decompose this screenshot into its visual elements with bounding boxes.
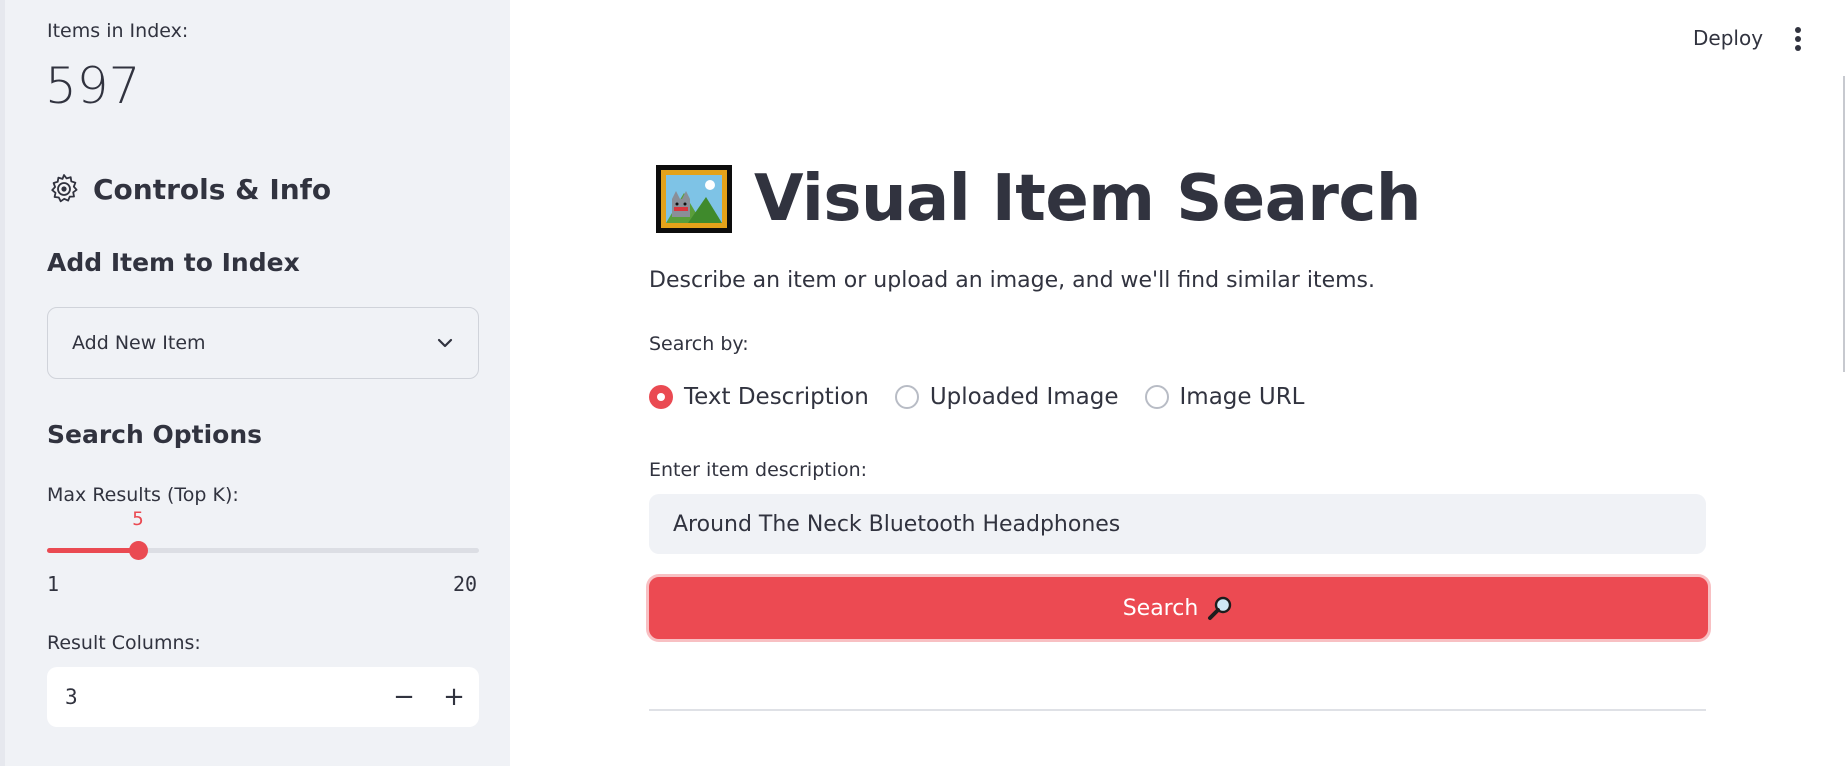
expander-label: Add New Item [72, 332, 206, 354]
result-columns-stepper: 3 − + [47, 667, 479, 727]
add-item-heading: Add Item to Index [47, 248, 300, 277]
slider-thumb[interactable] [128, 541, 148, 560]
radio-text-description[interactable]: Text Description [649, 384, 869, 410]
controls-header: Controls & Info [47, 172, 331, 206]
sidebar: Items in Index: 597 Controls & Info Add … [0, 0, 510, 766]
gear-icon [51, 174, 78, 203]
chevron-down-icon [437, 338, 453, 348]
slider-fill [47, 548, 138, 553]
app-root: Items in Index: 597 Controls & Info Add … [0, 0, 1846, 766]
result-columns-label: Result Columns: [47, 632, 201, 654]
radio-circle[interactable] [1144, 385, 1169, 409]
framed-picture-icon [656, 165, 732, 233]
radio-label: Text Description [684, 384, 869, 410]
items-in-index-value: 597 [45, 57, 141, 115]
items-in-index-label: Items in Index: [47, 20, 189, 42]
page-title-row: Visual Item Search [654, 162, 1421, 236]
page-title: Visual Item Search [754, 162, 1421, 236]
increment-button[interactable]: + [429, 667, 479, 727]
scrollbar[interactable] [1843, 76, 1845, 372]
radio-label: Uploaded Image [929, 384, 1119, 410]
radio-label: Image URL [1179, 384, 1305, 410]
description-input-label: Enter item description: [649, 459, 868, 481]
radio-uploaded-image[interactable]: Uploaded Image [894, 384, 1119, 410]
slider-min: 1 [47, 572, 60, 596]
search-button[interactable]: Search [649, 577, 1708, 639]
top-k-label: Max Results (Top K): [47, 484, 239, 506]
radio-image-url[interactable]: Image URL [1144, 384, 1305, 410]
divider [649, 709, 1706, 711]
add-new-item-expander[interactable]: Add New Item [47, 307, 479, 379]
result-columns-value[interactable]: 3 [47, 685, 379, 709]
top-k-slider[interactable]: 5 [47, 508, 479, 560]
deploy-button[interactable]: Deploy [1693, 26, 1763, 50]
slider-value: 5 [132, 508, 144, 530]
slider-max: 20 [453, 572, 478, 596]
search-options-heading: Search Options [47, 420, 263, 449]
search-by-radio-group: Text Description Uploaded Image Image UR… [649, 384, 1305, 410]
magnifier-icon [1208, 596, 1232, 620]
controls-title: Controls & Info [93, 172, 332, 206]
page-subtitle: Describe an item or upload an image, and… [649, 268, 1375, 293]
more-vertical-icon[interactable] [1788, 26, 1808, 52]
radio-circle[interactable] [649, 385, 673, 409]
search-by-label: Search by: [649, 333, 749, 355]
description-input[interactable] [649, 494, 1706, 554]
search-button-label: Search [1122, 595, 1199, 621]
radio-circle[interactable] [894, 385, 919, 409]
decrement-button[interactable]: − [379, 667, 429, 727]
